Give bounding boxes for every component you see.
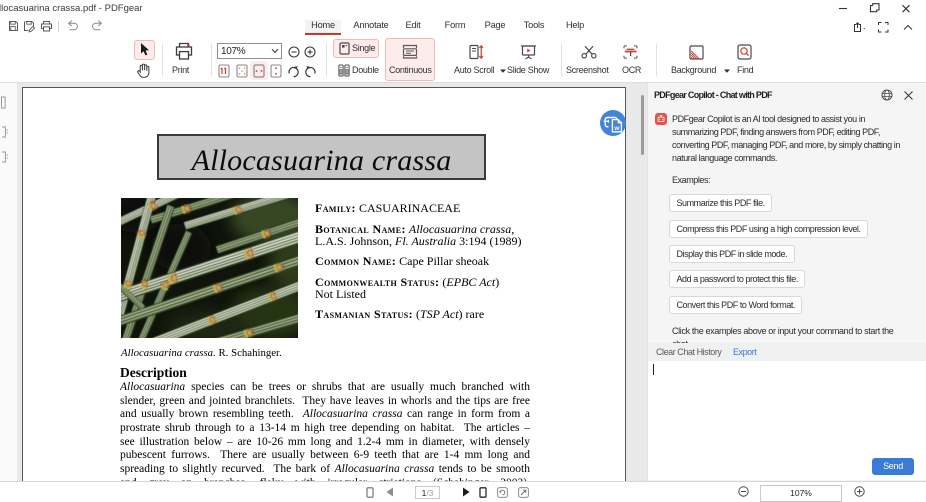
svg-text:w: w xyxy=(613,125,620,132)
